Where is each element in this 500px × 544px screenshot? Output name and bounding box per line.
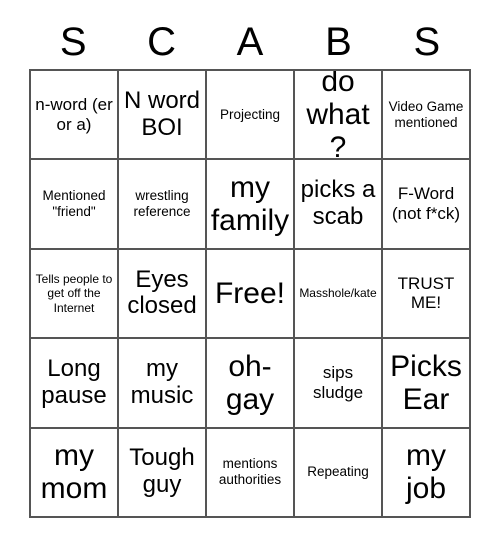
- bingo-cell-label: mentions authorities: [218, 456, 282, 488]
- bingo-cell[interactable]: my music: [119, 339, 207, 429]
- bingo-cell[interactable]: Repeating: [295, 428, 383, 518]
- bingo-cell-label: Free!: [214, 276, 286, 310]
- bingo-cell[interactable]: my job: [383, 428, 471, 518]
- bingo-cell[interactable]: picks a scab: [295, 160, 383, 250]
- bingo-cell[interactable]: sips sludge: [295, 339, 383, 429]
- bingo-cell[interactable]: TRUST ME!: [383, 249, 471, 340]
- bingo-cell-label: Eyes closed: [127, 265, 197, 320]
- bingo-cell-label: picks a scab: [300, 176, 376, 231]
- bingo-cell-label: oh-gay: [225, 349, 275, 416]
- bingo-cell[interactable]: do what?: [295, 71, 383, 161]
- bingo-cell[interactable]: Long pause: [31, 339, 119, 429]
- bingo-cell-label: Tells people to get off the Internet: [35, 271, 113, 315]
- bingo-grid: n-word (er or a) N word BOI Projecting d…: [29, 69, 471, 518]
- bingo-cell[interactable]: wrestling reference: [119, 160, 207, 250]
- bingo-cell[interactable]: Tough guy: [119, 428, 207, 518]
- bingo-cell-label: wrestling reference: [133, 187, 191, 220]
- bingo-cell[interactable]: F-Word (not f*ck): [383, 160, 471, 250]
- bingo-cell-label: Tough guy: [129, 444, 195, 499]
- bingo-cell-label: my family: [210, 171, 290, 238]
- bingo-cell-label: F-Word (not f*ck): [391, 184, 461, 224]
- header-letter-1: S: [59, 19, 87, 64]
- bingo-cell[interactable]: Video Game mentioned: [383, 71, 471, 161]
- bingo-cell[interactable]: my mom: [31, 428, 119, 518]
- bingo-cell-label: Repeating: [307, 464, 369, 480]
- bingo-cell[interactable]: mentions authorities: [207, 428, 295, 518]
- bingo-cell[interactable]: N word BOI: [119, 71, 207, 161]
- bingo-card: S C A B S n-word (er or a) N word BOI Pr…: [29, 14, 471, 518]
- bingo-cell-label: Video Game mentioned: [388, 98, 464, 130]
- bingo-cell-label: my music: [130, 355, 194, 409]
- header-letter-3: A: [236, 19, 264, 64]
- bingo-cell[interactable]: Picks Ear: [383, 339, 471, 429]
- bingo-cell[interactable]: oh-gay: [207, 339, 295, 429]
- bingo-cell[interactable]: Masshole/kate: [295, 249, 383, 340]
- bingo-cell[interactable]: my family: [207, 160, 295, 250]
- header-letter-4: B: [325, 19, 352, 64]
- bingo-cell-label: Picks Ear: [390, 349, 462, 416]
- bingo-cell-label: my job: [405, 439, 447, 506]
- bingo-cell-free[interactable]: Free!: [207, 249, 295, 340]
- bingo-cell[interactable]: Mentioned "friend": [31, 160, 119, 250]
- bingo-cell[interactable]: Projecting: [207, 71, 295, 161]
- bingo-cell-label: Masshole/kate: [299, 286, 377, 301]
- bingo-cell-label: n-word (er or a): [35, 94, 113, 134]
- header-letter-5: S: [413, 19, 441, 64]
- bingo-cell-label: my mom: [40, 439, 108, 506]
- bingo-cell-label: TRUST ME!: [397, 273, 455, 313]
- bingo-cell-label: do what?: [306, 71, 370, 161]
- bingo-cell[interactable]: Eyes closed: [119, 249, 207, 340]
- bingo-cell-label: sips sludge: [312, 363, 364, 402]
- header-letter-2: C: [147, 19, 177, 64]
- bingo-cell-label: Long pause: [41, 355, 107, 409]
- bingo-cell[interactable]: n-word (er or a): [31, 71, 119, 161]
- bingo-cell[interactable]: Tells people to get off the Internet: [31, 249, 119, 340]
- bingo-cell-label: Mentioned "friend": [42, 187, 106, 220]
- bingo-cell-label: N word BOI: [123, 86, 201, 141]
- bingo-header: S C A B S: [29, 14, 471, 69]
- bingo-cell-label: Projecting: [219, 106, 281, 122]
